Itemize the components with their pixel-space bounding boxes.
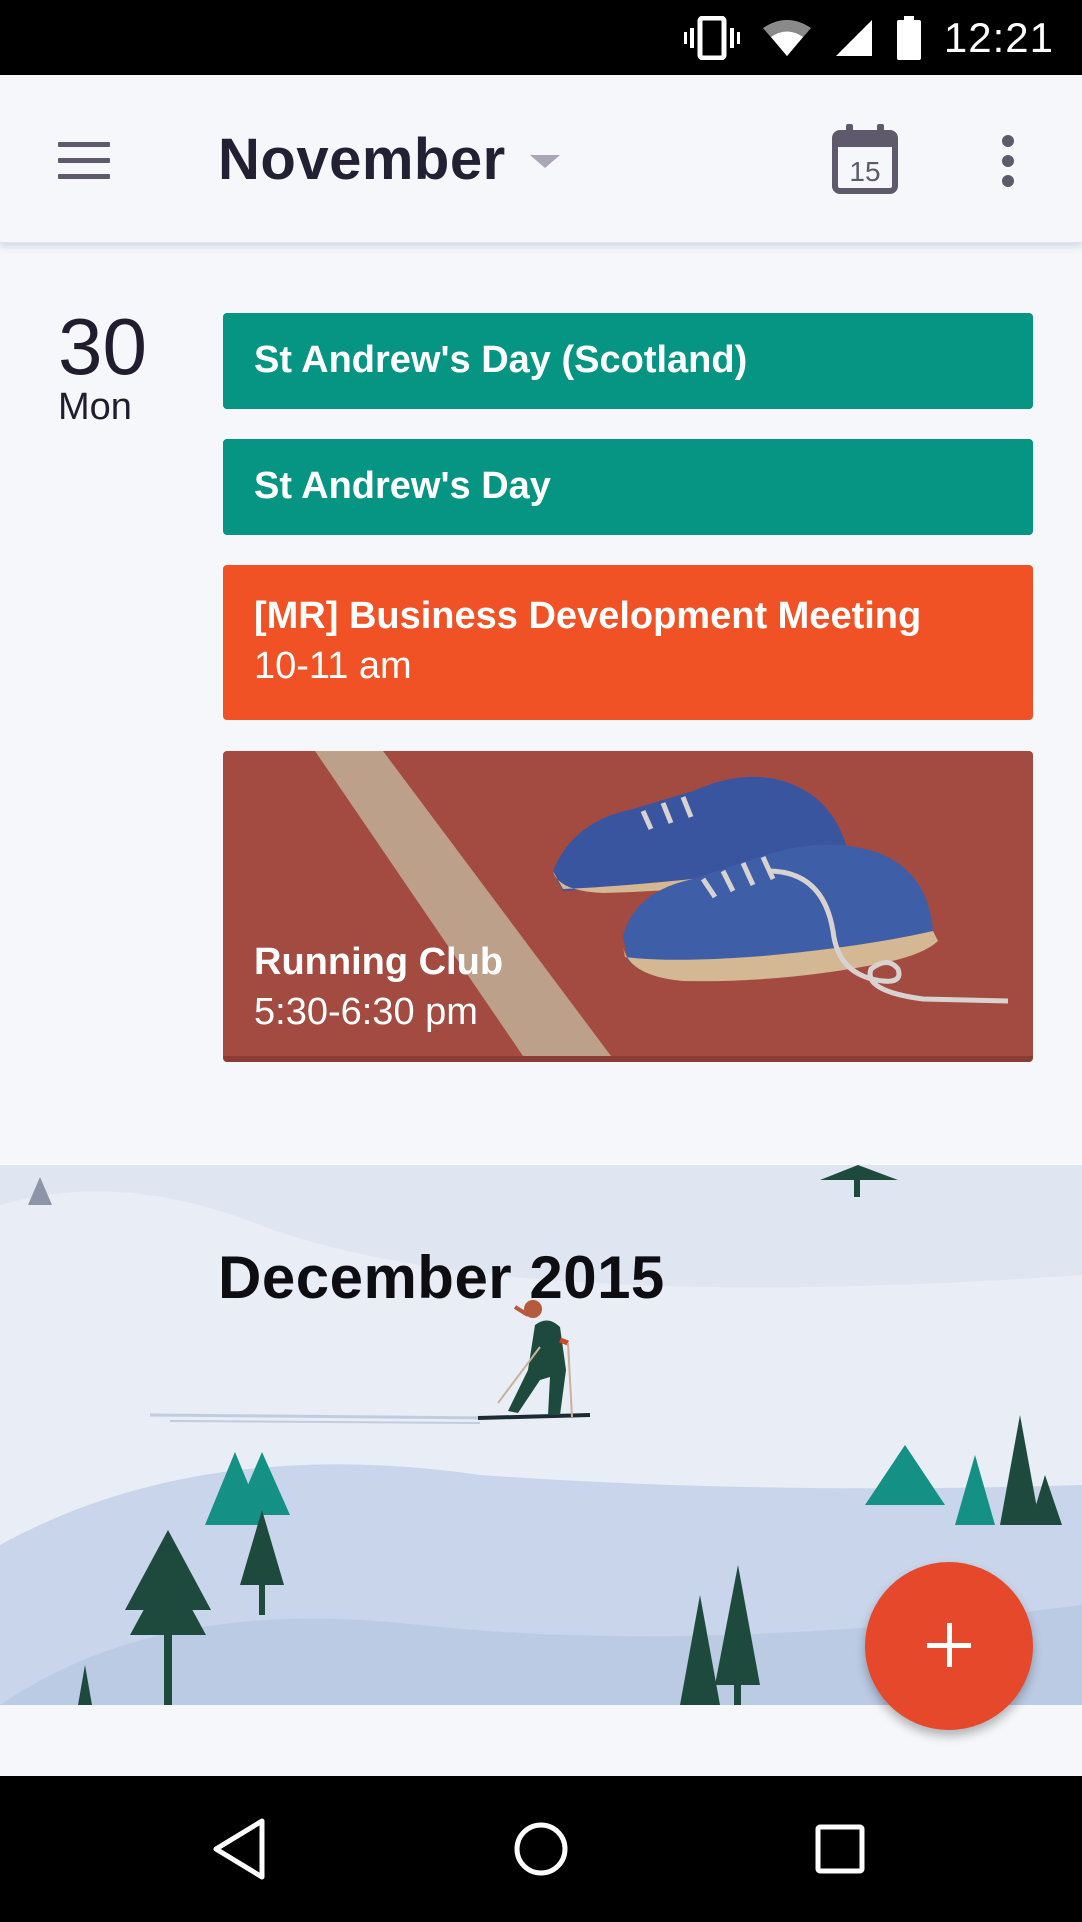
calendar-glyph: 15 — [832, 124, 898, 194]
more-vert-icon[interactable] — [988, 130, 1028, 192]
dropdown-icon — [529, 154, 560, 168]
menu-icon[interactable] — [52, 130, 112, 190]
event-card-business-meeting[interactable]: [MR] Business Development Meeting 10-11 … — [223, 565, 1033, 720]
status-bar: 12:21 — [0, 0, 1082, 75]
calendar-screen: 12:21 November 15 30 Mon St Andrew's Day… — [0, 0, 1082, 1922]
event-card-st-andrews-day-scotland[interactable]: St Andrew's Day (Scotland) — [223, 313, 1033, 409]
vibrate-icon — [683, 15, 740, 60]
home-icon[interactable] — [503, 1811, 579, 1887]
add-event-button[interactable] — [865, 1562, 1033, 1730]
day-number: 30 — [58, 302, 147, 391]
back-icon[interactable] — [204, 1811, 280, 1887]
wifi-icon — [762, 19, 811, 56]
recents-icon[interactable] — [802, 1811, 878, 1887]
battery-icon — [896, 15, 921, 60]
navigation-bar — [0, 1776, 1082, 1922]
status-icons: 12:21 — [683, 0, 1054, 75]
event-time: 5:30-6:30 pm — [254, 991, 478, 1033]
event-card-st-andrews-day[interactable]: St Andrew's Day — [223, 439, 1033, 535]
status-time: 12:21 — [943, 13, 1054, 61]
app-title: November — [218, 126, 506, 192]
event-title: St Andrew's Day — [254, 465, 551, 507]
day-weekday: Mon — [58, 386, 132, 428]
event-title: [MR] Business Development Meeting — [254, 595, 922, 637]
app-bar: November 15 — [0, 75, 1082, 243]
event-card-running-club[interactable]: Running Club 5:30-6:30 pm — [223, 751, 1033, 1062]
event-time: 10-11 am — [254, 645, 412, 687]
event-title: St Andrew's Day (Scotland) — [254, 339, 748, 381]
event-title: Running Club — [254, 941, 504, 983]
month-title: December 2015 — [218, 1244, 665, 1311]
today-day-number: 15 — [849, 156, 880, 187]
today-calendar-icon[interactable]: 15 — [832, 123, 898, 195]
month-selector[interactable]: November — [218, 115, 560, 203]
plus-icon-stroke — [947, 1623, 952, 1667]
signal-icon — [835, 19, 872, 56]
